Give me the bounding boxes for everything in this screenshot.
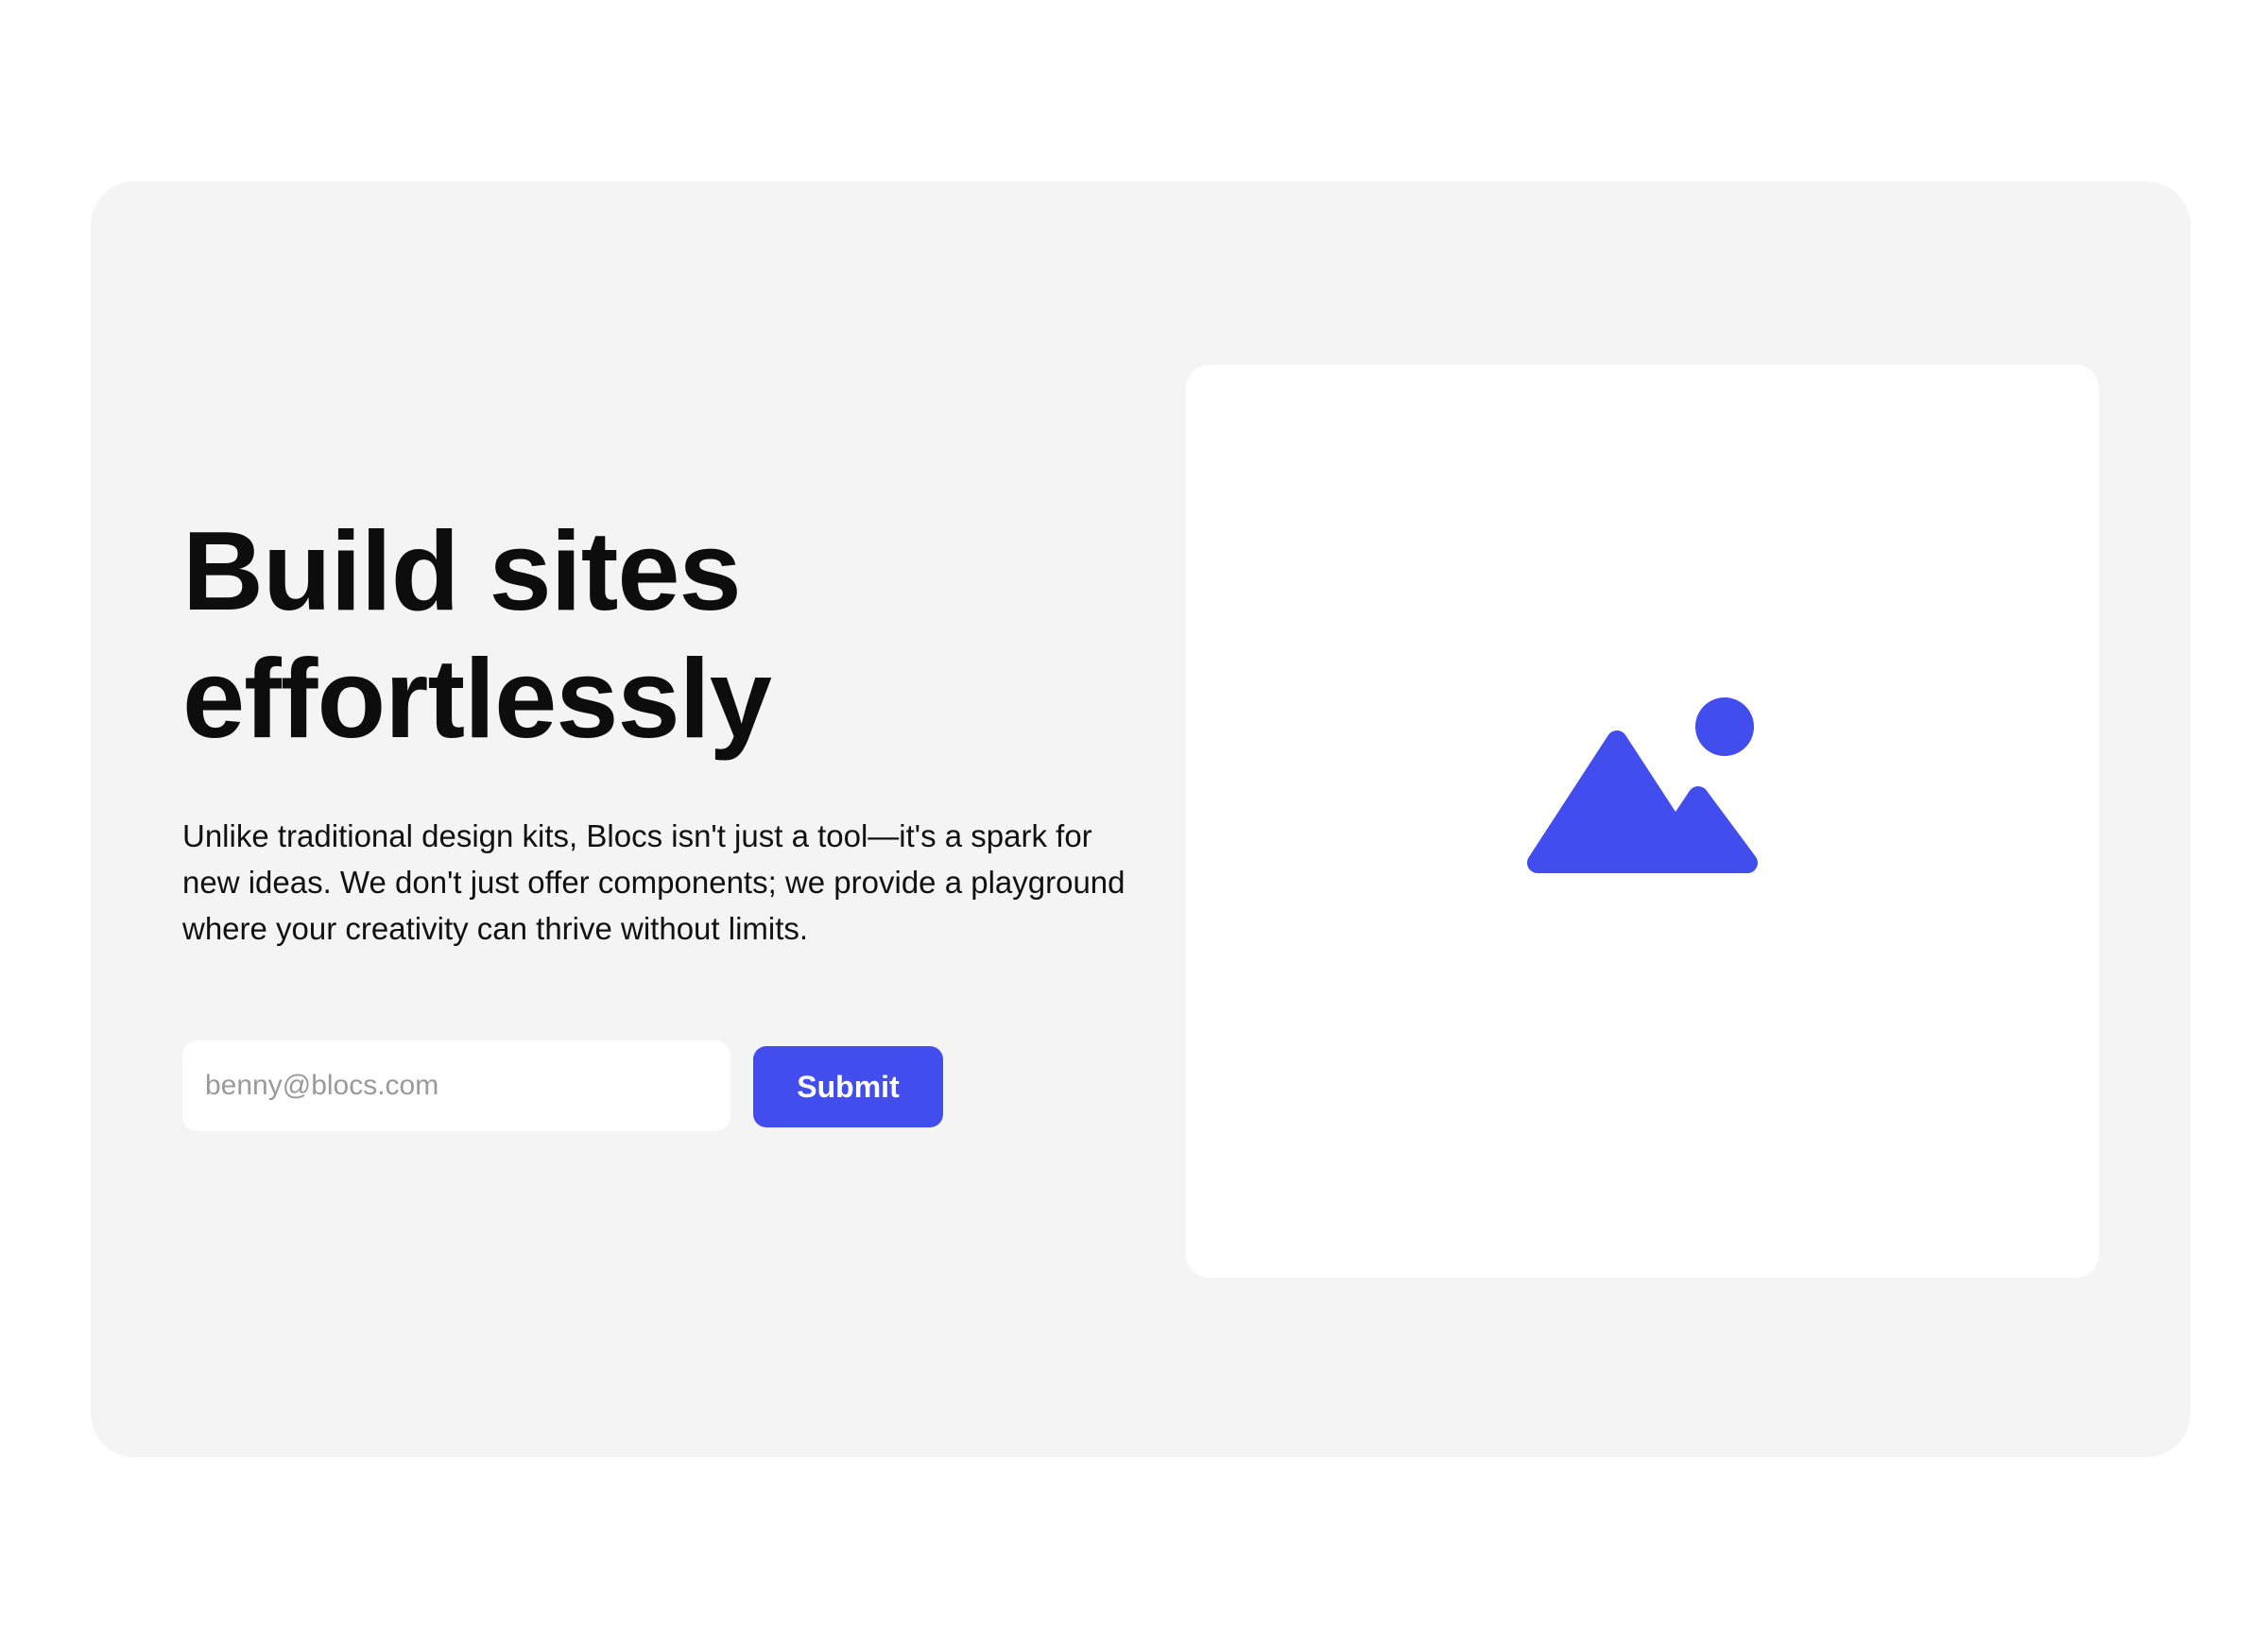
hero-description: Unlike traditional design kits, Blocs is… <box>182 818 1125 946</box>
hero-card: Build sites effortlessly Unlike traditio… <box>91 181 2191 1457</box>
image-placeholder-panel <box>1186 365 2099 1278</box>
mountains-shape <box>1527 731 1758 873</box>
hero-content: Build sites effortlessly Unlike traditio… <box>182 181 1165 1457</box>
image-icon <box>1527 697 1758 873</box>
hero-headline: Build sites effortlessly <box>182 508 772 762</box>
submit-button[interactable]: Submit <box>753 1046 943 1127</box>
sun-circle <box>1695 697 1754 756</box>
email-input[interactable] <box>182 1040 730 1131</box>
signup-form: Submit <box>182 1040 1033 1135</box>
